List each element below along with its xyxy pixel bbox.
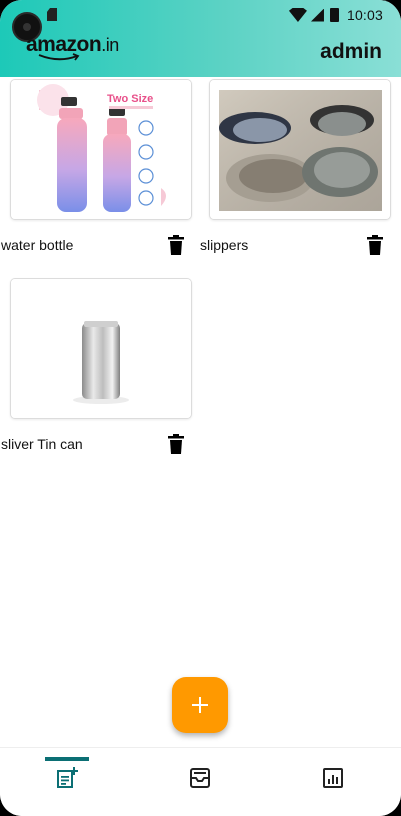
product-image-card[interactable]	[209, 79, 391, 220]
delete-icon[interactable]	[167, 434, 185, 454]
water-bottle-photo: Two Size	[11, 80, 191, 219]
delete-icon[interactable]	[167, 235, 185, 255]
phone-screen: 10:03 amazon.in admin Two Size water bot…	[0, 0, 401, 816]
product-image-card[interactable]: Two Size	[10, 79, 192, 220]
product-title: slippers	[200, 237, 249, 253]
image-caption: Two Size	[107, 93, 153, 105]
slippers-photo	[210, 80, 390, 219]
app-bar: 10:03 amazon.in admin	[0, 0, 401, 77]
battery-icon	[329, 8, 339, 22]
analytics-icon[interactable]	[321, 766, 345, 790]
product-title: water bottle	[1, 237, 74, 253]
logo-suffix: .in	[101, 35, 119, 55]
product-image-card[interactable]	[10, 278, 192, 419]
bottom-navigation	[0, 747, 401, 816]
logo-smile-icon	[38, 53, 80, 61]
product-title: sliver Tin can	[1, 436, 83, 452]
status-bar: 10:03	[0, 0, 401, 42]
inbox-icon[interactable]	[188, 766, 212, 790]
nav-selected-indicator	[45, 757, 89, 761]
user-label: admin	[320, 40, 382, 63]
delete-icon[interactable]	[366, 235, 384, 255]
status-time: 10:03	[346, 7, 383, 23]
post-add-icon[interactable]	[55, 766, 79, 790]
add-product-button[interactable]	[172, 677, 228, 733]
status-icons: 10:03	[288, 7, 383, 23]
wifi-icon	[288, 8, 307, 22]
tin-can-photo	[11, 279, 191, 418]
signal-icon	[310, 8, 324, 22]
plus-icon	[192, 697, 208, 713]
sd-card-icon	[47, 8, 57, 21]
